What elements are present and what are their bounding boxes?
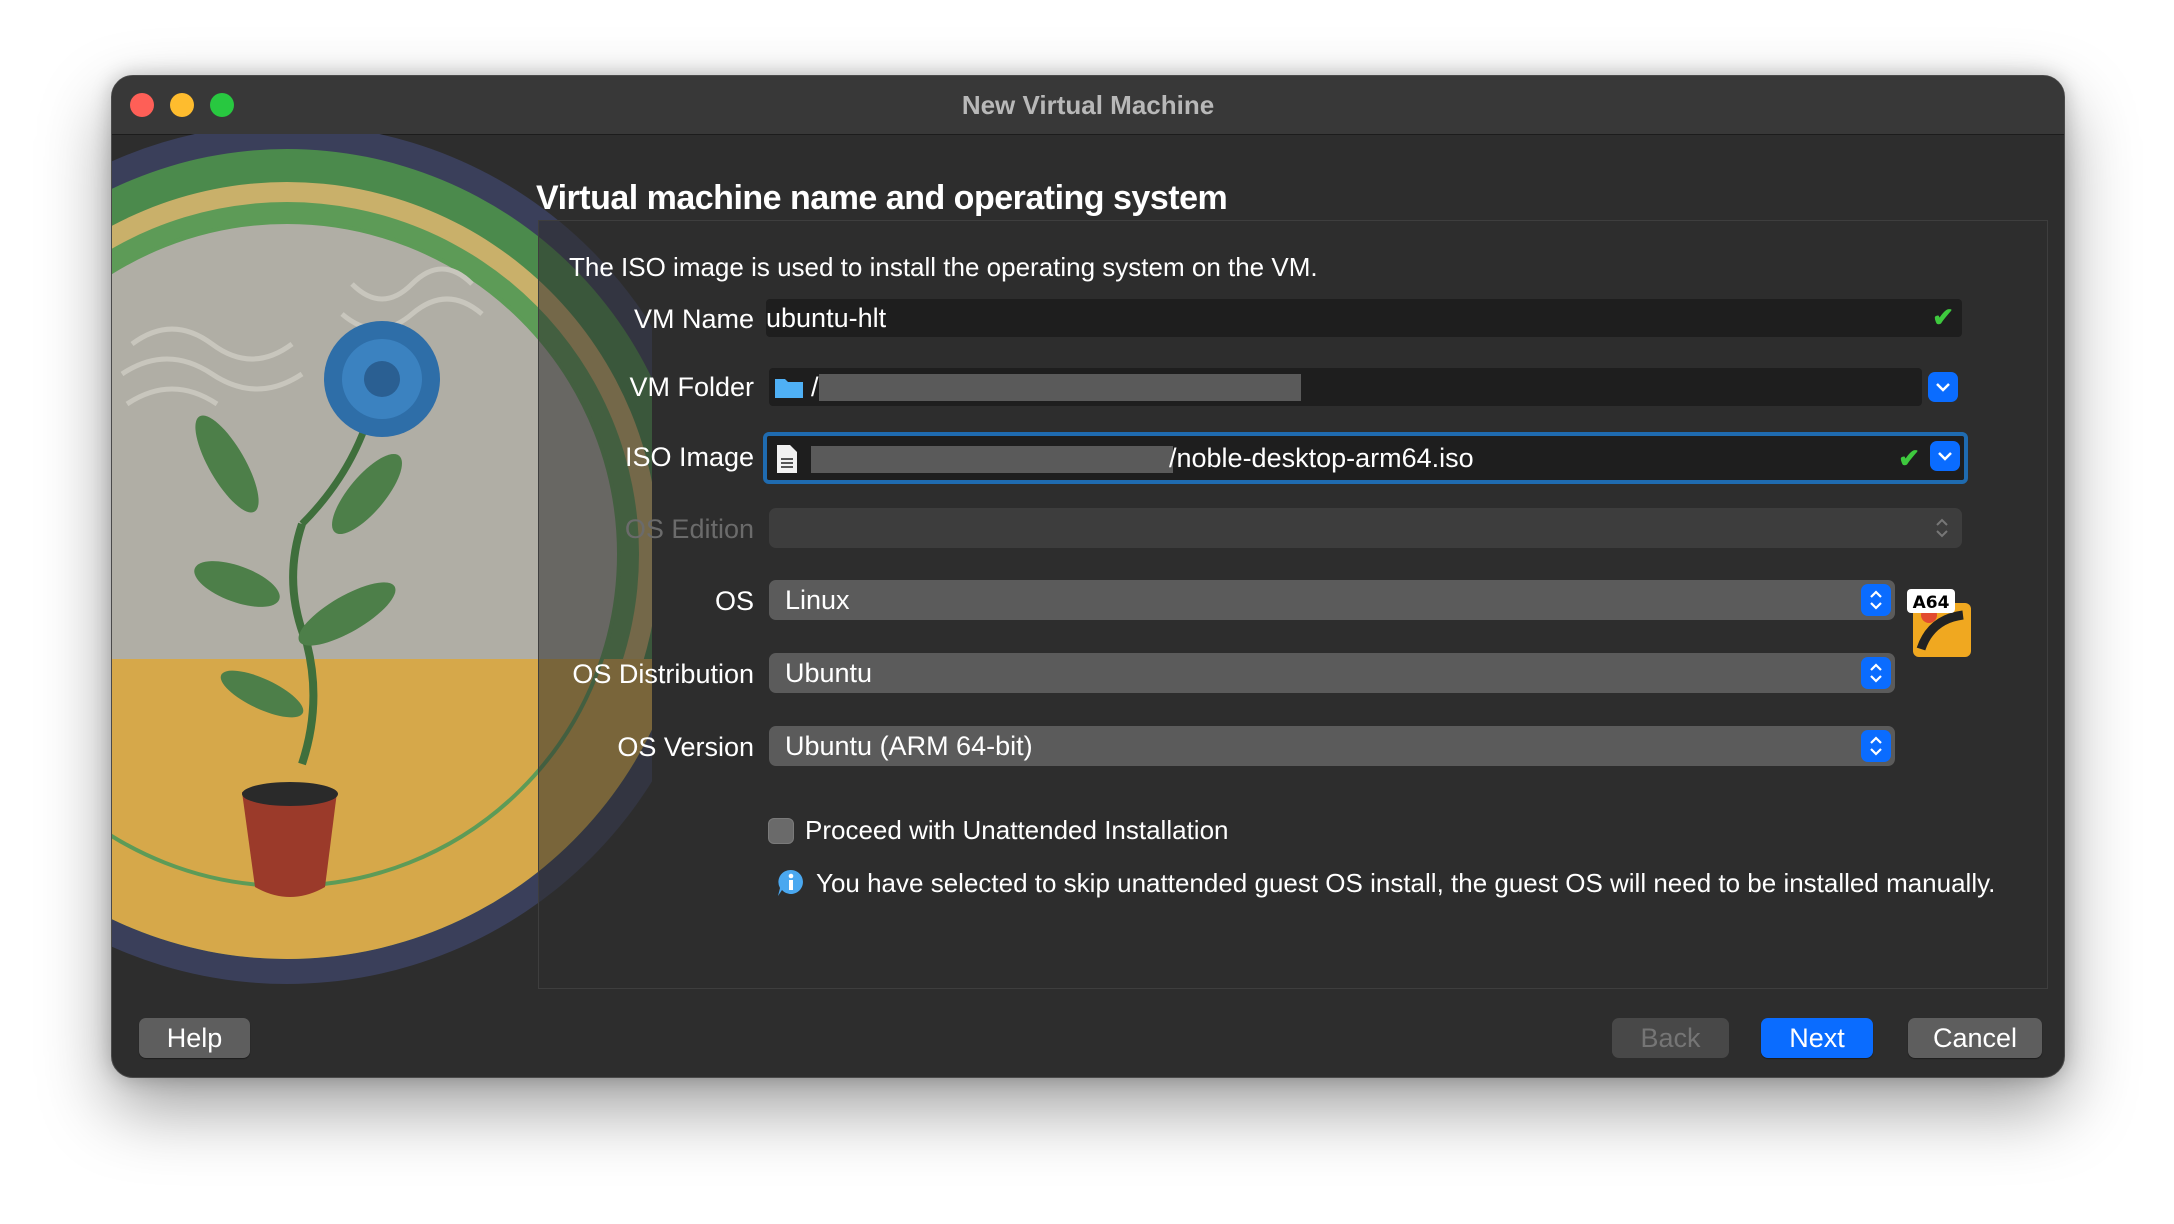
vm-name-valid-icon: ✔ <box>1932 302 1954 332</box>
iso-image-label: ISO Image <box>624 442 754 472</box>
os-distribution-value: Ubuntu <box>785 658 873 688</box>
vm-name-input[interactable]: ubuntu-hlt ✔ <box>766 299 1962 337</box>
updown-icon <box>1861 730 1891 762</box>
iso-image-valid-icon: ✔ <box>1898 443 1920 473</box>
back-button[interactable]: Back <box>1612 1018 1729 1058</box>
os-distribution-label: OS Distribution <box>572 659 754 689</box>
unattended-install-label[interactable]: Proceed with Unattended Installation <box>805 815 1229 846</box>
next-button[interactable]: Next <box>1761 1018 1873 1058</box>
info-message: You have selected to skip unattended gue… <box>816 868 1996 898</box>
os-version-select[interactable]: Ubuntu (ARM 64-bit) <box>769 726 1895 766</box>
os-select[interactable]: Linux <box>769 580 1895 620</box>
os-badge-text: A64 <box>1913 593 1950 613</box>
updown-icon <box>1932 516 1952 540</box>
help-button[interactable]: Help <box>139 1018 250 1058</box>
os-edition-label: OS Edition <box>624 514 754 544</box>
title-bar[interactable]: New Virtual Machine <box>112 76 2064 135</box>
os-version-label: OS Version <box>617 732 754 762</box>
updown-icon <box>1861 584 1891 616</box>
chevron-down-icon <box>1938 452 1952 461</box>
vm-folder-input[interactable]: / <box>769 368 1922 406</box>
os-label: OS <box>714 586 754 616</box>
cancel-button[interactable]: Cancel <box>1908 1018 2042 1058</box>
iso-image-input[interactable]: /noble-desktop-arm64.iso ✔ <box>763 432 1968 484</box>
os-value: Linux <box>785 585 850 615</box>
window-title: New Virtual Machine <box>961 90 1215 120</box>
chevron-down-icon <box>1936 383 1950 392</box>
vm-folder-dropdown-button[interactable] <box>1928 372 1958 402</box>
page-heading: Virtual machine name and operating syste… <box>536 179 1228 217</box>
redacted-path <box>811 446 1173 473</box>
iso-image-dropdown-button[interactable] <box>1930 441 1960 471</box>
redacted-path <box>819 374 1301 401</box>
page-description: The ISO image is used to install the ope… <box>569 252 1318 282</box>
os-edition-select <box>769 508 1962 548</box>
os-distribution-select[interactable]: Ubuntu <box>769 653 1895 693</box>
iso-image-value: /noble-desktop-arm64.iso <box>1169 443 1474 473</box>
file-icon <box>777 445 797 473</box>
os-version-value: Ubuntu (ARM 64-bit) <box>785 731 1033 761</box>
vm-name-value: ubuntu-hlt <box>766 303 887 333</box>
updown-icon <box>1861 657 1891 689</box>
vm-name-label: VM Name <box>633 304 754 334</box>
folder-icon <box>775 379 803 398</box>
vm-folder-value: / <box>811 372 819 402</box>
new-vm-window: New Virtual Machine Virtual machine name… <box>111 75 2065 1078</box>
vm-folder-label: VM Folder <box>629 372 754 402</box>
unattended-install-checkbox[interactable] <box>768 818 794 844</box>
os-type-icon: A64 <box>1907 589 1971 657</box>
